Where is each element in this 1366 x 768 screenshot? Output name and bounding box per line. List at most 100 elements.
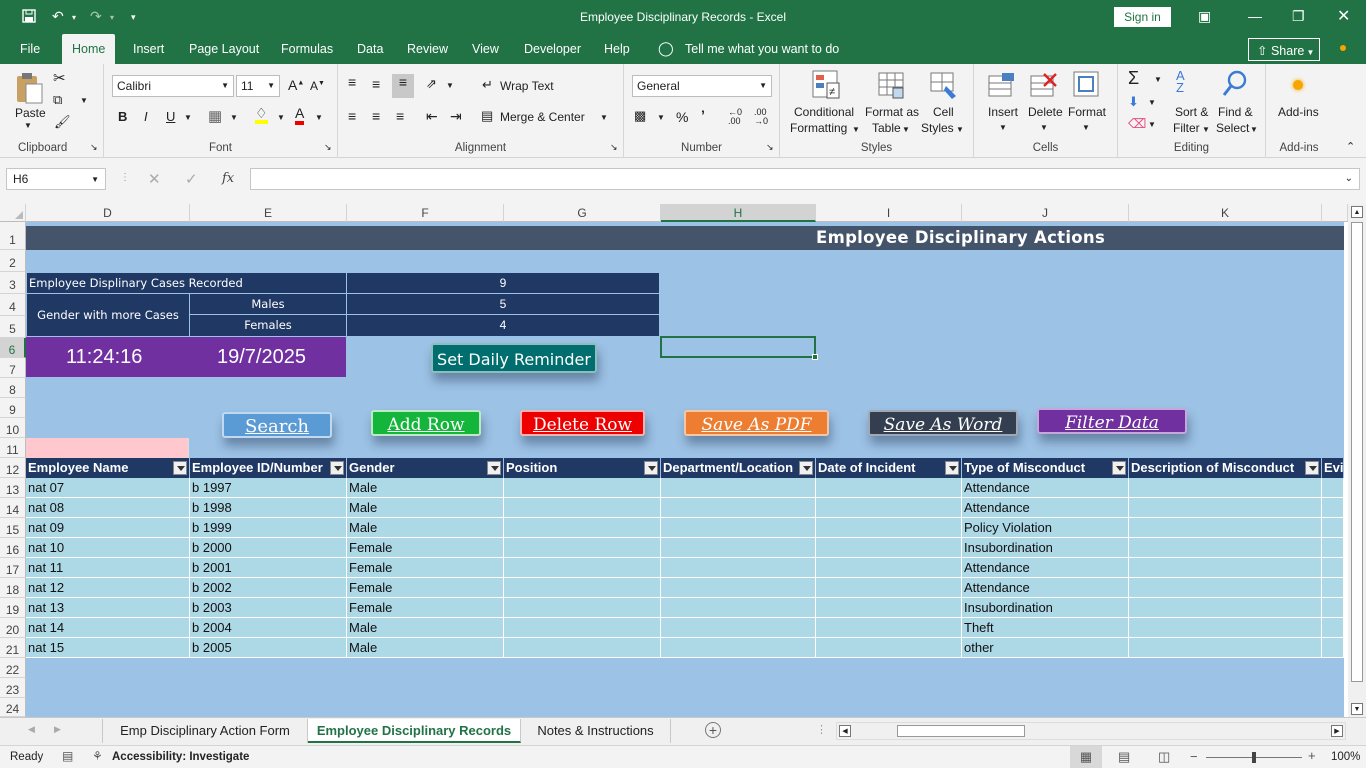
chevron-down-icon[interactable]: ▼ xyxy=(902,125,910,134)
insert-cells-label[interactable]: Insert xyxy=(988,105,1018,119)
tab-formulas[interactable]: Formulas xyxy=(281,42,333,56)
column-header-description[interactable]: Description of Misconduct xyxy=(1129,458,1322,478)
table-cell[interactable] xyxy=(1322,618,1344,638)
table-cell[interactable]: Attendance xyxy=(962,498,1129,518)
table-cell[interactable]: Male xyxy=(347,498,504,518)
table-cell[interactable] xyxy=(661,478,816,498)
paste-label[interactable]: Paste xyxy=(15,106,46,120)
filter-dropdown-icon[interactable] xyxy=(173,461,187,475)
format-as-table-label[interactable]: Format as xyxy=(865,105,919,119)
minimize-icon[interactable]: — xyxy=(1248,8,1262,24)
chevron-down-icon[interactable]: ▼ xyxy=(999,123,1007,132)
prev-sheet-icon[interactable]: ◀ xyxy=(28,724,35,735)
table-cell[interactable]: Attendance xyxy=(962,558,1129,578)
borders-dropdown-icon[interactable]: ▼ xyxy=(230,113,238,122)
drag-handle-icon[interactable]: ⋮ xyxy=(120,172,130,183)
italic-icon[interactable]: I xyxy=(144,109,148,124)
row-header-10[interactable]: 10 xyxy=(0,418,26,438)
table-cell[interactable] xyxy=(1322,558,1344,578)
table-cell[interactable] xyxy=(1322,518,1344,538)
row-header-11[interactable]: 11 xyxy=(0,438,26,458)
merge-dropdown-icon[interactable]: ▼ xyxy=(600,113,608,122)
table-cell[interactable]: nat 08 xyxy=(26,498,190,518)
macro-record-icon[interactable]: ▤ xyxy=(62,749,73,763)
column-header-employee-name[interactable]: Employee Name xyxy=(26,458,190,478)
save-as-pdf-button[interactable]: Save As PDF xyxy=(684,410,829,436)
table-cell[interactable] xyxy=(1322,638,1344,658)
tab-split-handle-icon[interactable]: ⋮ xyxy=(816,723,827,736)
column-header-i[interactable]: I xyxy=(816,204,962,222)
table-cell[interactable] xyxy=(661,558,816,578)
number-launcher-icon[interactable]: ↘ xyxy=(766,142,774,153)
copy-dropdown-icon[interactable]: ▼ xyxy=(80,96,88,105)
table-cell[interactable]: Attendance xyxy=(962,478,1129,498)
collapse-ribbon-icon[interactable]: ⌃ xyxy=(1346,140,1355,153)
copy-icon[interactable]: ⧉ xyxy=(53,92,62,108)
table-cell[interactable] xyxy=(661,578,816,598)
decrease-decimal-icon[interactable]: .00 →0 xyxy=(754,108,768,126)
table-cell[interactable]: b 2005 xyxy=(190,638,347,658)
table-cell[interactable]: nat 10 xyxy=(26,538,190,558)
name-box[interactable]: H6 ▼ xyxy=(6,168,106,190)
page-break-view-icon[interactable]: ◫ xyxy=(1158,749,1170,765)
row-header-23[interactable]: 23 xyxy=(0,678,26,698)
table-cell[interactable] xyxy=(504,538,661,558)
accessibility-icon[interactable]: ⚘ xyxy=(92,749,103,763)
row-header-20[interactable]: 20 xyxy=(0,618,26,638)
hscroll-thumb[interactable] xyxy=(897,725,1025,737)
row-header-13[interactable]: 13 xyxy=(0,478,26,498)
tab-data[interactable]: Data xyxy=(357,42,383,56)
row-header-7[interactable]: 7 xyxy=(0,358,26,378)
table-cell[interactable] xyxy=(1129,538,1322,558)
underline-icon[interactable]: U xyxy=(166,109,175,124)
font-color-dropdown-icon[interactable]: ▼ xyxy=(315,113,323,122)
row-header-2[interactable]: 2 xyxy=(0,250,26,272)
table-cell[interactable]: b 2000 xyxy=(190,538,347,558)
tab-review[interactable]: Review xyxy=(407,42,448,56)
column-header-e[interactable]: E xyxy=(190,204,347,222)
chevron-down-icon[interactable]: ▼ xyxy=(956,125,964,134)
font-size-select[interactable]: 11 ▼ xyxy=(236,75,280,97)
clipboard-launcher-icon[interactable]: ↘ xyxy=(90,142,98,153)
table-cell[interactable]: Female xyxy=(347,558,504,578)
column-header-next[interactable] xyxy=(1322,204,1348,222)
table-cell[interactable]: Theft xyxy=(962,618,1129,638)
zoom-slider[interactable] xyxy=(1206,752,1302,763)
tab-view[interactable]: View xyxy=(472,42,499,56)
table-cell[interactable] xyxy=(1129,598,1322,618)
row-header-18[interactable]: 18 xyxy=(0,578,26,598)
tab-file[interactable]: File xyxy=(20,42,40,56)
row-header-12[interactable]: 12 xyxy=(0,458,26,478)
table-cell[interactable] xyxy=(816,538,962,558)
autosum-icon[interactable]: Σ xyxy=(1128,68,1139,89)
comma-icon[interactable]: ’ xyxy=(701,107,705,123)
merge-center-label[interactable]: Merge & Center xyxy=(500,110,585,124)
table-cell[interactable] xyxy=(661,598,816,618)
table-cell[interactable] xyxy=(1322,478,1344,498)
column-header-position[interactable]: Position xyxy=(504,458,661,478)
sheet-tab-records[interactable]: Employee Disciplinary Records xyxy=(308,719,521,743)
font-name-select[interactable]: Calibri ▼ xyxy=(112,75,234,97)
zoom-out-icon[interactable]: − xyxy=(1190,749,1198,764)
normal-view-icon[interactable]: ▦ xyxy=(1070,746,1102,768)
table-cell[interactable] xyxy=(1129,518,1322,538)
increase-font-icon[interactable]: A▲ xyxy=(288,77,304,93)
zoom-slider-thumb[interactable] xyxy=(1252,752,1256,763)
clear-icon[interactable]: ⌫ xyxy=(1128,116,1146,132)
scroll-down-icon[interactable]: ▼ xyxy=(1351,703,1363,715)
table-cell[interactable] xyxy=(816,558,962,578)
table-cell[interactable]: Male xyxy=(347,638,504,658)
zoom-in-icon[interactable]: + xyxy=(1308,748,1316,763)
tab-home[interactable]: Home xyxy=(62,34,116,64)
tab-page-layout[interactable]: Page Layout xyxy=(189,42,259,56)
fill-color-icon[interactable]: ♢ xyxy=(255,106,268,124)
table-cell[interactable]: Female xyxy=(347,578,504,598)
table-cell[interactable] xyxy=(816,498,962,518)
fill-handle[interactable] xyxy=(812,354,818,360)
conditional-formatting-label-2[interactable]: Formatting xyxy=(790,121,847,135)
row-header-3[interactable]: 3 xyxy=(0,272,26,294)
table-cell[interactable] xyxy=(504,578,661,598)
align-center-icon[interactable]: ≡ xyxy=(372,108,380,124)
filter-dropdown-icon[interactable] xyxy=(330,461,344,475)
column-header-employee-id[interactable]: Employee ID/Number xyxy=(190,458,347,478)
